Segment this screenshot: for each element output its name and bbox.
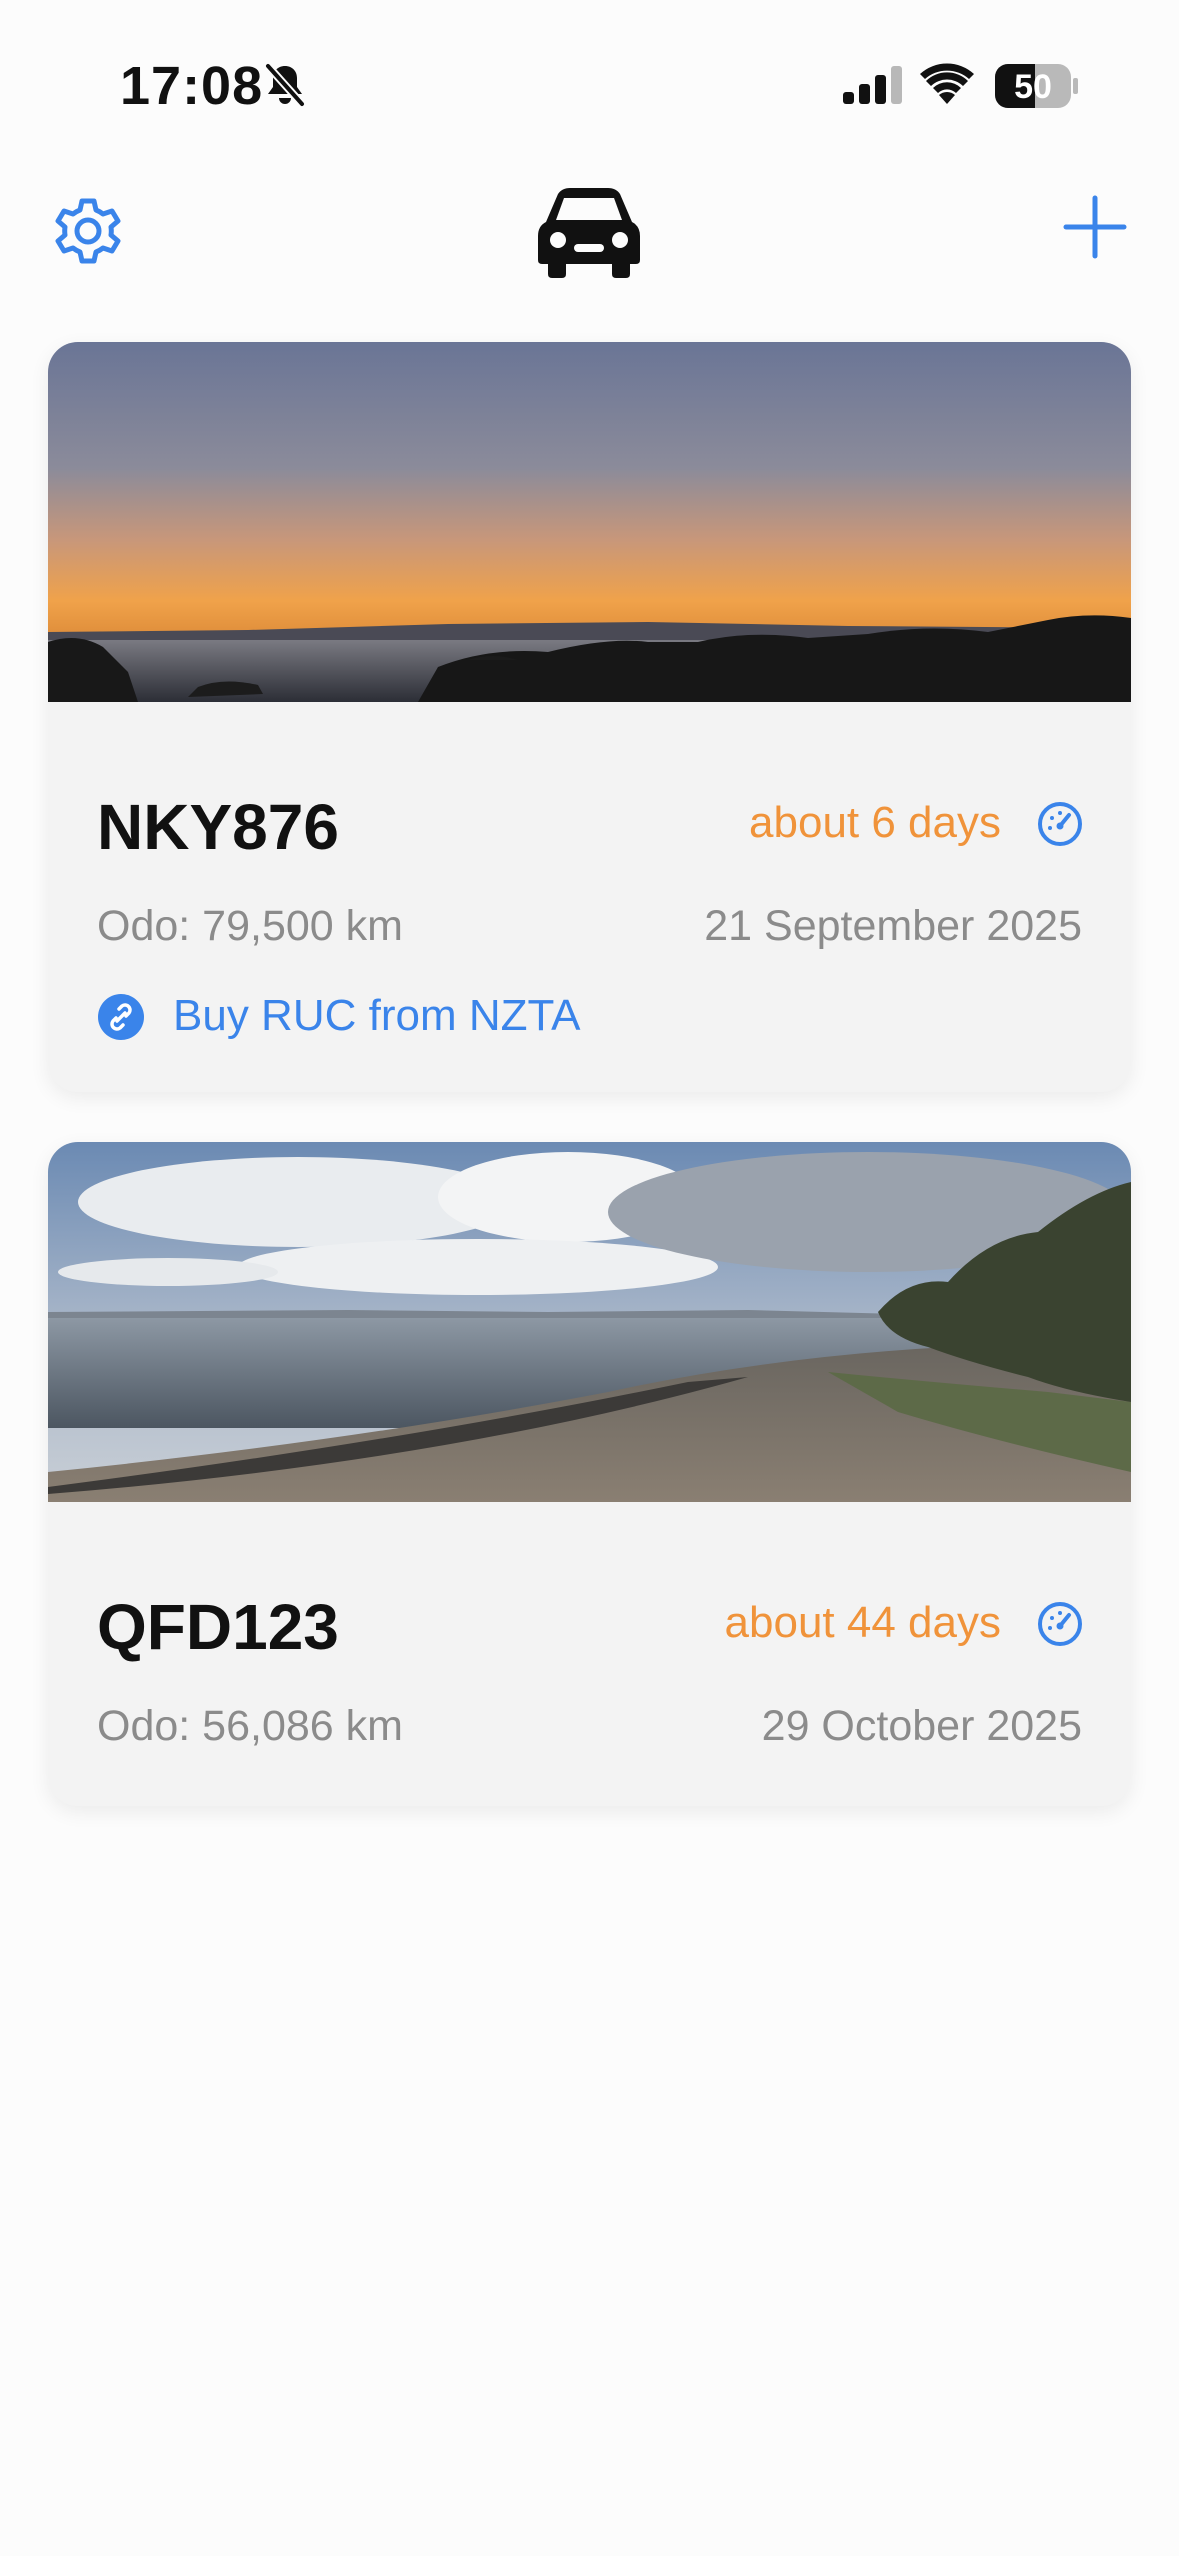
buy-ruc-link-label[interactable]: Buy RUC from NZTA [173,991,580,1041]
bell-slash-icon [265,63,305,107]
due-date: 29 October 2025 [761,1702,1082,1750]
beach-shoreline-photo [48,1142,1131,1502]
status-bar: 17:08 50 [0,0,1179,170]
sunset-coastline-photo [48,342,1131,702]
odometer-reading: Odo: 56,086 km [97,1702,403,1750]
gear-icon[interactable] [48,190,128,270]
link-icon [98,994,144,1040]
plate-number: NKY876 [97,791,339,863]
speedometer-icon [1038,802,1082,846]
due-label: about 44 days [724,1598,1001,1647]
battery-level: 50 [1014,68,1052,106]
due-date: 21 September 2025 [704,902,1082,950]
vehicle-card-nky876[interactable]: NKY876 about 6 days Odo: 79,500 km 21 Se… [48,342,1131,1092]
nav-bar [0,170,1179,320]
odometer-reading: Odo: 79,500 km [97,902,403,950]
wifi-icon [920,63,974,104]
speedometer-icon [1038,1602,1082,1646]
add-icon[interactable] [1060,192,1130,262]
cellular-signal-icon [843,66,902,104]
plate-number: QFD123 [97,1591,339,1663]
vehicle-card-qfd123[interactable]: QFD123 about 44 days Odo: 56,086 km 29 O… [48,1142,1131,1806]
status-time: 17:08 [120,56,264,116]
due-label: about 6 days [749,798,1001,847]
battery-icon: 50 [995,64,1078,108]
car-icon [538,188,640,278]
